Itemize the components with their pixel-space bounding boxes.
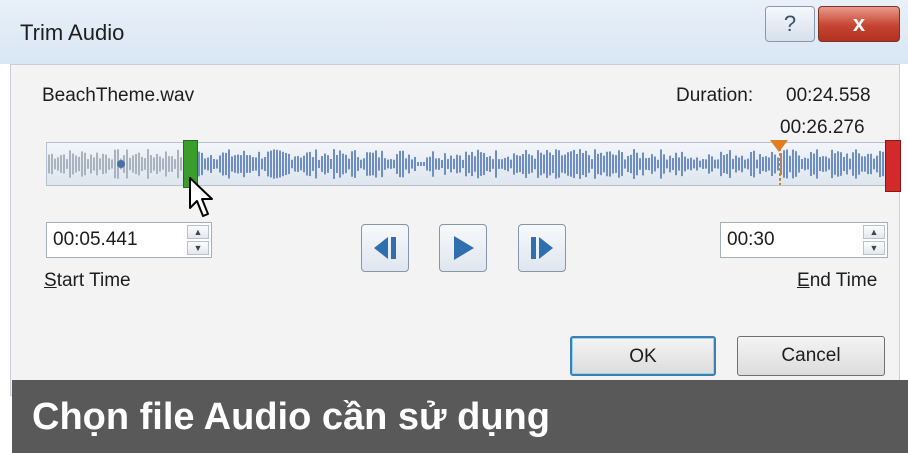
start-time-value: 00:05.441 xyxy=(53,229,138,250)
play-button[interactable] xyxy=(439,224,487,272)
play-icon xyxy=(454,236,474,260)
help-icon: ? xyxy=(783,11,797,36)
start-time-field[interactable]: 00:05.441 ▲ ▼ xyxy=(46,222,212,258)
start-time-label: Start Time xyxy=(44,270,131,291)
next-frame-icon xyxy=(531,237,553,259)
duration-label: Duration: xyxy=(676,85,754,106)
waveform-dot xyxy=(117,160,125,168)
audio-waveform[interactable] xyxy=(46,142,888,186)
file-name: BeachTheme.wav xyxy=(42,85,195,106)
duration-value: 00:24.558 xyxy=(786,85,871,106)
end-time-value: 00:30 xyxy=(727,229,775,250)
playhead-marker[interactable] xyxy=(770,140,788,152)
caption-text: Chọn file Audio cần sử dụng xyxy=(32,396,550,438)
mouse-cursor-icon xyxy=(189,177,213,217)
playhead-time: 00:26.276 xyxy=(780,117,865,138)
close-button[interactable]: x xyxy=(818,6,900,42)
start-time-spinner[interactable]: ▲ ▼ xyxy=(187,225,209,255)
previous-frame-button[interactable] xyxy=(361,224,409,272)
next-frame-button[interactable] xyxy=(518,224,566,272)
end-time-field[interactable]: 00:30 ▲ ▼ xyxy=(720,222,888,258)
start-time-up-icon[interactable]: ▲ xyxy=(187,225,209,239)
previous-frame-icon xyxy=(374,237,396,259)
caption-banner: Chọn file Audio cần sử dụng xyxy=(12,380,908,453)
ok-button[interactable]: OK xyxy=(570,336,716,376)
trim-audio-dialog: Trim Audio ? x BeachTheme.wav Duration: … xyxy=(0,0,908,453)
help-button[interactable]: ? xyxy=(765,6,815,42)
title-bar: Trim Audio ? x xyxy=(0,0,908,64)
trim-end-handle[interactable] xyxy=(885,140,901,192)
end-time-spinner[interactable]: ▲ ▼ xyxy=(863,225,885,255)
end-time-label: End Time xyxy=(797,270,878,291)
end-time-up-icon[interactable]: ▲ xyxy=(863,225,885,239)
close-icon: x xyxy=(852,11,866,36)
end-time-down-icon[interactable]: ▼ xyxy=(863,241,885,255)
dialog-title: Trim Audio xyxy=(20,20,125,45)
waveform-graphic xyxy=(48,143,887,185)
start-time-down-icon[interactable]: ▼ xyxy=(187,241,209,255)
cancel-button[interactable]: Cancel xyxy=(737,336,885,376)
